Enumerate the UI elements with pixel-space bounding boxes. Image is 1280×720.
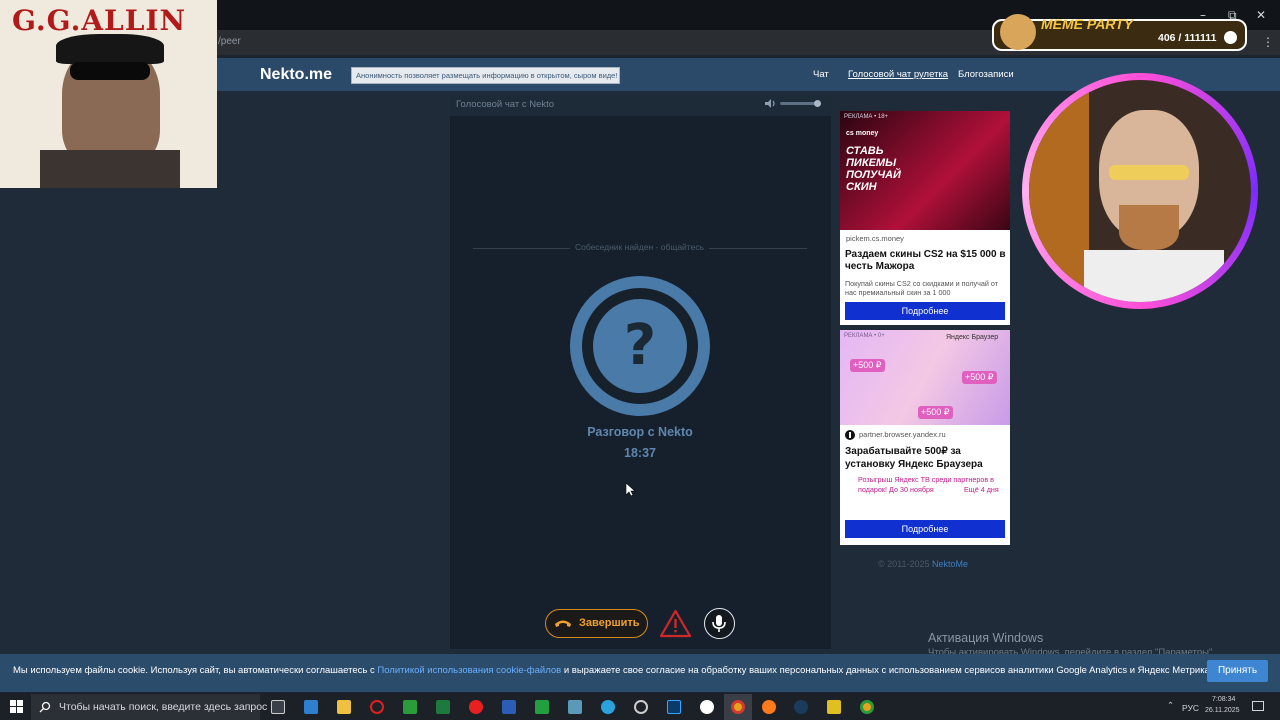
bonus-badge: +500 ₽: [962, 371, 997, 384]
obs-icon[interactable]: [634, 700, 648, 714]
file-explorer-icon[interactable]: [337, 700, 351, 714]
notification-icon[interactable]: [1252, 701, 1264, 711]
volume-slider-knob[interactable]: [813, 100, 821, 107]
yandex-browser-logo: Яндекс Браузер: [946, 334, 999, 341]
ad-domain[interactable]: pickem.cs.money: [846, 234, 904, 243]
meme-party-count: 406 / 111111: [1158, 32, 1217, 44]
report-warning-icon[interactable]: [659, 609, 692, 638]
bonus-badge: +500 ₽: [918, 406, 953, 419]
ad-details-button[interactable]: Подробнее: [845, 302, 1005, 320]
streamer-beard: [1119, 205, 1179, 250]
clock-time[interactable]: 7:08:34: [1212, 696, 1235, 703]
sunglasses-icon: [70, 62, 150, 80]
hangup-phone-icon: [555, 620, 571, 627]
search-icon: [39, 701, 51, 713]
copyright-text: © 2011-2025: [878, 559, 930, 569]
nektome-link[interactable]: NektoMe: [932, 559, 968, 569]
task-view-icon[interactable]: [271, 700, 285, 714]
poster-title: G.G.ALLIN: [12, 4, 187, 37]
notepad-icon[interactable]: [568, 700, 582, 714]
streamer-shirt: [1084, 250, 1224, 302]
ad-tag: РЕКЛАМА • 18+: [844, 114, 889, 120]
footer-copyright: © 2011-2025 NektoMe: [878, 559, 968, 569]
csmoney-logo: cs money: [846, 130, 879, 137]
accept-cookies-button[interactable]: Принять: [1207, 660, 1268, 682]
nav-voice-roulette[interactable]: Голосовой чат рулетка: [848, 69, 948, 80]
firefox-icon[interactable]: [762, 700, 776, 714]
steam-icon[interactable]: [794, 700, 808, 714]
cookie-text-after: и выражаете свое согласие на обработку в…: [561, 665, 1213, 676]
chrome-alt-icon[interactable]: [860, 700, 874, 714]
windows-activation-title: Активация Windows: [928, 631, 1044, 645]
poster-jacket: [40, 150, 180, 188]
voice-chat-title: Голосовой чат с Nekto: [456, 99, 555, 110]
ad-deadline: Ещё 4 дня: [964, 485, 999, 494]
glasses-icon: [1109, 165, 1189, 180]
url-text[interactable]: /peer: [218, 36, 241, 47]
ad-banner-yandex[interactable]: РЕКЛАМА • 0+ Яндекс Браузер +500 ₽ +500 …: [840, 330, 1010, 545]
microphone-icon: [712, 615, 726, 632]
windows-start-icon[interactable]: [10, 700, 23, 713]
ad-headline[interactable]: Раздаем скины CS2 на $15 000 в честь Маж…: [845, 249, 1007, 273]
taskbar-search-placeholder[interactable]: Чтобы начать поиск, введите здесь запрос: [59, 701, 267, 713]
ad-banner-csmoney[interactable]: РЕКЛАМА • 18+ cs money СТАВЬ ПИКЕМЫ ПОЛУ…: [840, 111, 1010, 325]
close-window-button[interactable]: ✕: [1256, 8, 1266, 22]
tray-chevron-icon[interactable]: ⌃: [1167, 700, 1174, 711]
question-mark-icon: ?: [593, 299, 687, 393]
game-app-icon[interactable]: [403, 700, 417, 714]
call-timer: 18:37: [624, 446, 656, 460]
ad-tag: РЕКЛАМА • 0+: [844, 333, 885, 339]
clock-date[interactable]: 26.11.2025: [1205, 707, 1240, 714]
site-slogan: Анонимность позволяет размещать информац…: [351, 67, 620, 84]
meme-party-arrow-icon: [1224, 31, 1237, 44]
ad-headline[interactable]: Зарабатывайте 500₽ за установку Яндекс Б…: [845, 445, 1007, 471]
desktop-app-icon[interactable]: [304, 700, 318, 714]
doge-icon: [1000, 14, 1036, 50]
opera-gx-icon[interactable]: [370, 700, 384, 714]
word-icon[interactable]: [502, 700, 516, 714]
nav-chat[interactable]: Чат: [813, 69, 829, 80]
poster-bandana: [56, 34, 164, 64]
photoshop-icon[interactable]: [667, 700, 681, 714]
telegram-icon[interactable]: [601, 700, 615, 714]
meme-party-label: MEME PARTY: [1041, 16, 1134, 32]
input-language[interactable]: РУС: [1182, 703, 1199, 713]
partner-found-status: Собеседник найден - общайтесь: [570, 242, 710, 252]
cookie-policy-link[interactable]: Политикой использования cookie-файлов: [377, 665, 561, 676]
nav-blog[interactable]: Блогозаписи: [958, 69, 1014, 80]
opera-icon[interactable]: [469, 700, 483, 714]
yandex-browser-icon[interactable]: [700, 700, 714, 714]
mouse-cursor-icon: [626, 483, 636, 497]
conversation-label: Разговор с Nekto: [587, 425, 693, 439]
more-menu-icon[interactable]: ⋮: [1262, 35, 1274, 49]
ad-domain[interactable]: partner.browser.yandex.ru: [859, 430, 946, 439]
cookie-text-before: Мы используем файлы cookie. Используя са…: [13, 665, 378, 676]
bonus-badge: +500 ₽: [850, 359, 885, 372]
site-logo[interactable]: Nekto.me: [260, 66, 332, 84]
spreadsheet-app-icon[interactable]: [436, 700, 450, 714]
webcam-feed: [1029, 80, 1251, 302]
ad-details-button[interactable]: Подробнее: [845, 520, 1005, 538]
webcam-background: [1029, 80, 1089, 302]
microphone-button[interactable]: [704, 608, 735, 639]
ad-body: Покупай скины CS2 со скидками и получай …: [845, 279, 999, 297]
utility-app-icon[interactable]: [827, 700, 841, 714]
media-player-icon[interactable]: [535, 700, 549, 714]
webcam-overlay: [1022, 73, 1258, 309]
volume-icon[interactable]: [764, 98, 776, 109]
chrome-icon[interactable]: [731, 700, 745, 714]
ad-image-text: СТАВЬ ПИКЕМЫ ПОЛУЧАЙ СКИН: [846, 145, 901, 193]
cookie-text: Мы используем файлы cookie. Используя са…: [13, 665, 1212, 676]
yandex-icon: [845, 430, 855, 440]
